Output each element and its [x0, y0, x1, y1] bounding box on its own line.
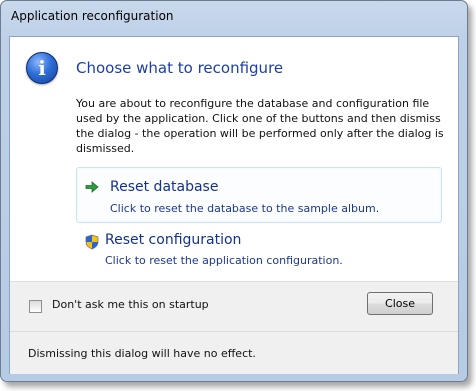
dialog-client-area: i Choose what to reconfigure You are abo… [9, 36, 459, 374]
command-title: Reset database [110, 179, 219, 195]
close-button[interactable]: Close [367, 292, 433, 315]
content-area: i Choose what to reconfigure You are abo… [10, 37, 458, 281]
information-icon: i [26, 52, 58, 84]
startup-checkbox[interactable] [29, 300, 42, 313]
reset-database-command-link[interactable]: Reset database Click to reset the databa… [76, 167, 442, 223]
footer-area: Dismissing this dialog will have no effe… [10, 331, 458, 374]
startup-checkbox-label[interactable]: Don't ask me this on startup [52, 298, 209, 311]
window-title: Application reconfiguration [11, 9, 174, 23]
command-description: Click to reset the database to the sampl… [110, 202, 380, 215]
content-message: You are about to reconfigure the databas… [76, 97, 444, 155]
shield-icon [84, 234, 100, 250]
title-bar[interactable]: Application reconfiguration [11, 9, 174, 29]
command-title: Reset configuration [105, 232, 242, 248]
footer-text: Dismissing this dialog will have no effe… [28, 347, 256, 360]
dialog-window: Application reconfiguration i Choose wha… [0, 0, 468, 382]
reset-configuration-command-link[interactable]: Reset configuration Click to reset the a… [76, 224, 440, 278]
green-arrow-icon [85, 180, 99, 194]
button-footer: Don't ask me this on startup Close [10, 281, 458, 332]
command-description: Click to reset the application configura… [105, 254, 343, 267]
main-instruction: Choose what to reconfigure [76, 59, 284, 77]
